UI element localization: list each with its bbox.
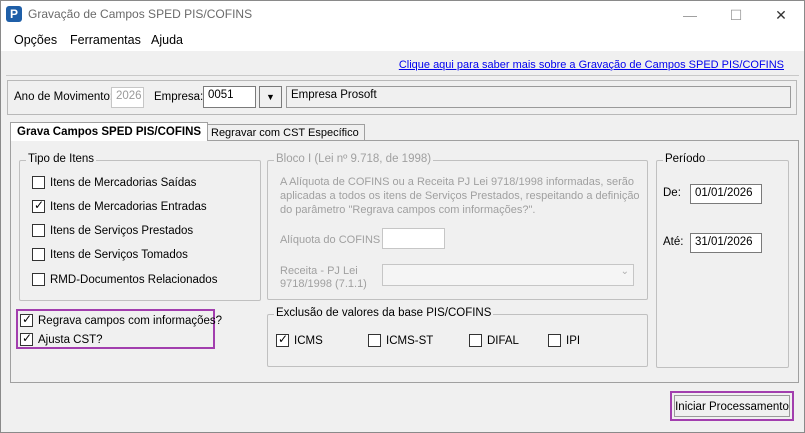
minimize-icon[interactable]: — <box>667 3 713 27</box>
tipo-itens-group: Tipo de Itens Itens de Mercadorias Saída… <box>19 153 261 301</box>
checkbox-label: Itens de Serviços Prestados <box>50 224 194 237</box>
bloco-legend: Bloco I (Lei nº 9.718, de 1998) <box>274 153 434 165</box>
ano-input[interactable]: 2026 <box>111 87 144 108</box>
exclusao-group: Exclusão de valores da base PIS/COFINS I… <box>267 307 648 367</box>
header-group: Ano de Movimento: 2026 Empresa: 0051 ▼ E… <box>7 80 797 115</box>
close-icon[interactable]: ✕ <box>758 3 804 27</box>
checkbox-difal[interactable]: DIFAL <box>469 334 519 347</box>
maximize-icon[interactable]: ☐ <box>713 3 759 27</box>
menu-bar: Opções Ferramentas Ajuda <box>1 29 804 51</box>
main-window: P Gravação de Campos SPED PIS/COFINS — ☐… <box>0 0 805 433</box>
checkbox-label: IPI <box>566 334 581 347</box>
periodo-legend: Período <box>663 153 708 165</box>
empresa-name-field: Empresa Prosoft <box>286 86 791 108</box>
ate-label: Até: <box>663 236 684 248</box>
menu-opcoes[interactable]: Opções <box>14 33 57 47</box>
checkbox-box[interactable] <box>368 334 381 347</box>
help-link[interactable]: Clique aqui para saber mais sobre a Grav… <box>399 59 784 71</box>
checkbox-box[interactable] <box>469 334 482 347</box>
checkbox-box[interactable] <box>32 248 45 261</box>
data-fim-input[interactable]: 31/01/2026 <box>690 233 762 253</box>
chevron-down-icon: ⌄ <box>620 266 629 277</box>
checkbox-servicos-tomados[interactable]: Itens de Serviços Tomados <box>32 248 188 261</box>
app-icon: P <box>6 6 22 22</box>
exclusao-legend: Exclusão de valores da base PIS/COFINS <box>274 307 494 319</box>
checkbox-ipi[interactable]: IPI <box>548 334 580 347</box>
bloco-description: A Alíquota de COFINS ou a Receita PJ Lei… <box>280 176 640 216</box>
checkbox-box[interactable] <box>32 198 45 213</box>
empresa-label: Empresa: <box>154 91 204 103</box>
data-inicio-input[interactable]: 01/01/2026 <box>690 184 762 204</box>
checkbox-rmd-documentos[interactable]: RMD-Documentos Relacionados <box>32 273 217 286</box>
iniciar-processamento-button[interactable]: Iniciar Processamento <box>674 395 790 417</box>
menu-ajuda[interactable]: Ajuda <box>151 33 183 47</box>
checkbox-label: Ajusta CST? <box>38 333 103 346</box>
periodo-group: Período De: 01/01/2026 Até: 31/01/2026 <box>656 153 789 368</box>
aliquota-input[interactable] <box>382 228 445 249</box>
empresa-dropdown-button[interactable]: ▼ <box>259 86 282 108</box>
checkbox-servicos-prestados[interactable]: Itens de Serviços Prestados <box>32 224 193 237</box>
checkbox-label: RMD-Documentos Relacionados <box>50 273 218 286</box>
chevron-down-icon: ▼ <box>266 92 275 102</box>
checkbox-label: Itens de Mercadorias Entradas <box>50 200 207 213</box>
checkbox-label: DIFAL <box>487 334 519 347</box>
checkbox-itens-saidas[interactable]: Itens de Mercadorias Saídas <box>32 176 196 189</box>
checkbox-icms-st[interactable]: ICMS-ST <box>368 334 433 347</box>
de-label: De: <box>663 187 681 199</box>
ano-label: Ano de Movimento: <box>14 91 114 103</box>
checkbox-label: Itens de Serviços Tomados <box>50 248 188 261</box>
tab-panel: Tipo de Itens Itens de Mercadorias Saída… <box>10 140 799 383</box>
checkbox-box[interactable] <box>20 331 33 346</box>
window-title: Gravação de Campos SPED PIS/COFINS <box>28 7 253 21</box>
bloco-group: Bloco I (Lei nº 9.718, de 1998) A Alíquo… <box>267 153 648 300</box>
tab-regravar-cst[interactable]: Regravar com CST Específico <box>205 124 365 140</box>
checkbox-label: ICMS <box>294 334 323 347</box>
checkbox-label: Regrava campos com informações? <box>38 314 223 327</box>
separator <box>6 75 799 76</box>
receita-label-1: Receita - PJ Lei <box>280 265 358 277</box>
checkbox-label: ICMS-ST <box>386 334 434 347</box>
tab-grava-campos[interactable]: Grava Campos SPED PIS/COFINS <box>10 122 209 141</box>
checkbox-box[interactable] <box>276 332 289 347</box>
checkbox-box[interactable] <box>32 224 45 237</box>
tipo-itens-legend: Tipo de Itens <box>26 153 97 165</box>
checkbox-box[interactable] <box>32 273 45 286</box>
checkbox-label: Itens de Mercadorias Saídas <box>50 176 197 189</box>
receita-label-2: 9718/1998 (7.1.1) <box>280 278 367 290</box>
empresa-code-input[interactable]: 0051 <box>203 86 256 108</box>
checkbox-itens-entradas[interactable]: Itens de Mercadorias Entradas <box>32 198 207 213</box>
checkbox-box[interactable] <box>548 334 561 347</box>
aliquota-label: Alíquota do COFINS <box>280 234 381 246</box>
menu-ferramentas[interactable]: Ferramentas <box>70 33 141 47</box>
checkbox-ajusta-cst[interactable]: Ajusta CST? <box>20 331 103 346</box>
checkbox-icms[interactable]: ICMS <box>276 332 323 347</box>
checkbox-box[interactable] <box>32 176 45 189</box>
checkbox-regrava-campos[interactable]: Regrava campos com informações? <box>20 312 223 327</box>
title-bar: P Gravação de Campos SPED PIS/COFINS — ☐… <box>1 1 804 29</box>
receita-select[interactable]: ⌄ <box>382 264 634 286</box>
checkbox-box[interactable] <box>20 312 33 327</box>
